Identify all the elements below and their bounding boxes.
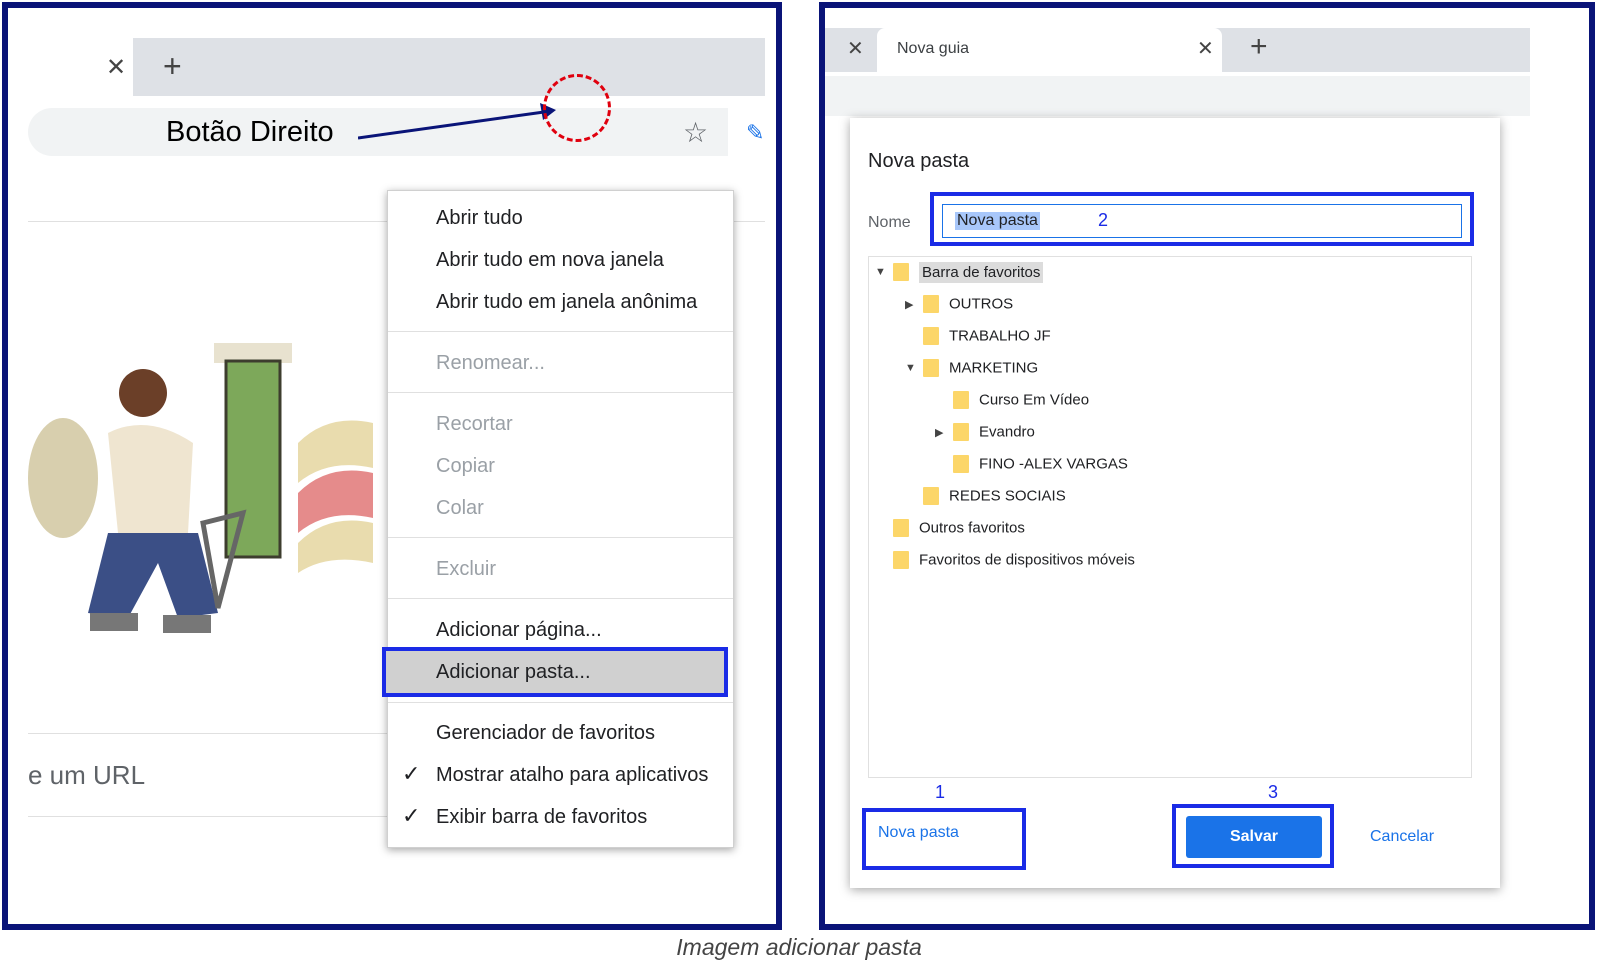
menu-item-adicionar-pagina[interactable]: Adicionar página...: [436, 619, 602, 642]
menu-separator: [388, 702, 733, 703]
left-screenshot-panel: ✕ + ☆ ✎ Botão Direito e um URL Abrir tud…: [2, 2, 782, 930]
collapsed-arrow-icon[interactable]: ▶: [935, 426, 953, 439]
menu-item-gerenciador[interactable]: Gerenciador de favoritos: [436, 722, 655, 745]
folder-icon: [953, 391, 969, 409]
tree-item-fino-alex-vargas[interactable]: FINO -ALEX VARGAS: [953, 455, 1128, 479]
save-button[interactable]: Salvar: [1186, 816, 1322, 858]
folder-icon: [953, 455, 969, 473]
folder-tree: ▼ Barra de favoritos ▶ OUTROS TRABALHO JF …: [868, 256, 1472, 778]
tree-item-trabalho-jf[interactable]: TRABALHO JF: [923, 327, 1051, 351]
step-number-1: 1: [935, 782, 946, 802]
tree-item-outros-favoritos[interactable]: Outros favoritos: [893, 519, 1025, 543]
folder-icon: [923, 359, 939, 377]
menu-item-abrir-tudo-nova-janela[interactable]: Abrir tudo em nova janela: [436, 249, 664, 272]
tree-item-outros[interactable]: ▶ OUTROS: [905, 295, 1013, 319]
menu-separator: [388, 598, 733, 599]
folder-icon: [953, 423, 969, 441]
expanded-arrow-icon[interactable]: ▼: [905, 362, 923, 374]
divider: [28, 816, 388, 817]
menu-separator: [388, 537, 733, 538]
menu-item-abrir-tudo[interactable]: Abrir tudo: [436, 207, 523, 230]
step-number-2: 2: [1098, 210, 1109, 230]
folder-icon: [893, 263, 909, 281]
check-icon: ✓: [402, 803, 421, 828]
search-box-hint[interactable]: e um URL: [28, 760, 145, 791]
plus-icon[interactable]: +: [1250, 30, 1268, 64]
tab-title: Nova guia: [897, 40, 970, 57]
tree-item-redes-sociais[interactable]: REDES SOCIAIS: [923, 487, 1066, 511]
menu-item-abrir-tudo-anonima[interactable]: Abrir tudo em janela anônima: [436, 291, 697, 314]
close-icon[interactable]: ✕: [1197, 36, 1214, 61]
toolbar: [825, 76, 1530, 116]
menu-item-excluir[interactable]: Excluir: [436, 558, 496, 581]
tree-item-favoritos-moveis[interactable]: Favoritos de dispositivos móveis: [893, 551, 1135, 575]
new-folder-dialog: Nova pasta Nome Nova pasta 2 ▼ Barra de f…: [850, 118, 1500, 888]
doodle-illustration: [28, 343, 373, 633]
star-icon[interactable]: ☆: [683, 116, 708, 149]
menu-item-mostrar-atalho[interactable]: Mostrar atalho para aplicativos: [436, 764, 708, 787]
right-click-marker: [543, 74, 611, 142]
folder-icon: [923, 295, 939, 313]
folder-icon: [893, 551, 909, 569]
name-label: Nome: [868, 214, 911, 231]
menu-item-colar[interactable]: Colar: [436, 497, 484, 520]
tree-item-barra-favoritos[interactable]: ▼ Barra de favoritos: [875, 261, 1044, 287]
expanded-arrow-icon[interactable]: ▼: [875, 266, 893, 278]
menu-item-adicionar-pasta[interactable]: Adicionar pasta...: [436, 661, 591, 684]
plus-icon[interactable]: +: [163, 48, 182, 85]
new-folder-highlight: Nova pasta: [862, 808, 1026, 870]
tree-item-evandro[interactable]: ▶ Evandro: [935, 423, 1035, 447]
folder-icon: [923, 487, 939, 505]
folder-icon: [923, 327, 939, 345]
menu-separator: [388, 392, 733, 393]
save-highlight: Salvar: [1172, 804, 1334, 868]
bookmark-context-menu: Abrir tudo Abrir tudo em nova janela Abr…: [382, 190, 734, 848]
close-icon[interactable]: ✕: [106, 53, 126, 82]
step-number-3: 3: [1268, 782, 1279, 802]
dialog-title: Nova pasta: [868, 150, 970, 172]
divider: [28, 733, 388, 734]
menu-item-exibir-barra[interactable]: Exibir barra de favoritos: [436, 806, 647, 829]
tab-strip: [133, 38, 765, 96]
folder-icon: [893, 519, 909, 537]
cancel-button[interactable]: Cancelar: [1370, 828, 1434, 846]
menu-item-copiar[interactable]: Copiar: [436, 455, 495, 478]
figure-caption: Imagem adicionar pasta: [676, 934, 922, 960]
right-screenshot-panel: ✕ Nova guia ✕ + Nova pasta Nome Nova pas…: [819, 2, 1595, 930]
close-icon[interactable]: ✕: [847, 36, 864, 61]
check-icon: ✓: [402, 761, 421, 786]
new-folder-button[interactable]: Nova pasta: [878, 824, 959, 842]
menu-separator: [388, 331, 733, 332]
menu-item-renomear[interactable]: Renomear...: [436, 352, 545, 375]
folder-name-value: Nova pasta: [955, 212, 1040, 230]
tree-item-marketing[interactable]: ▼ MARKETING: [905, 359, 1038, 383]
annotation-arrow: [358, 103, 556, 140]
menu-item-recortar[interactable]: Recortar: [436, 413, 513, 436]
pencil-icon[interactable]: ✎: [746, 120, 764, 146]
name-field-highlight: Nova pasta: [930, 192, 1474, 246]
collapsed-arrow-icon[interactable]: ▶: [905, 298, 923, 311]
tree-item-curso-em-video[interactable]: Curso Em Vídeo: [953, 391, 1089, 415]
annotation-label: Botão Direito: [166, 116, 334, 148]
folder-name-input[interactable]: Nova pasta: [942, 204, 1462, 238]
